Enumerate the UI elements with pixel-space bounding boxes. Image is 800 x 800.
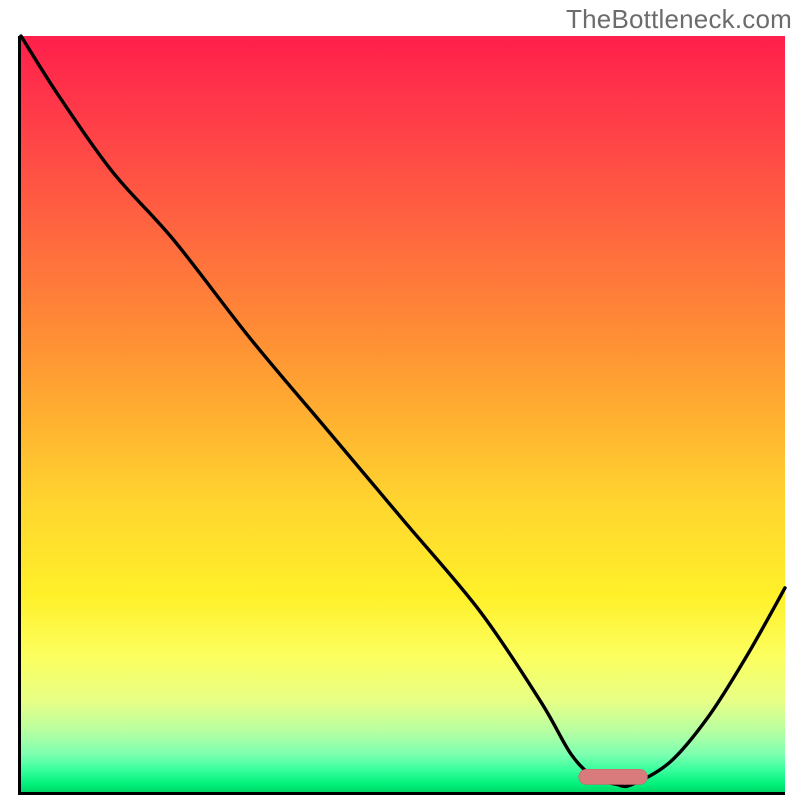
plot-area <box>18 36 785 795</box>
curve-overlay <box>21 36 785 792</box>
optimal-zone-marker <box>579 769 648 784</box>
watermark-text: TheBottleneck.com <box>566 4 792 35</box>
bottleneck-curve <box>21 36 785 786</box>
chart-container: TheBottleneck.com <box>0 0 800 800</box>
